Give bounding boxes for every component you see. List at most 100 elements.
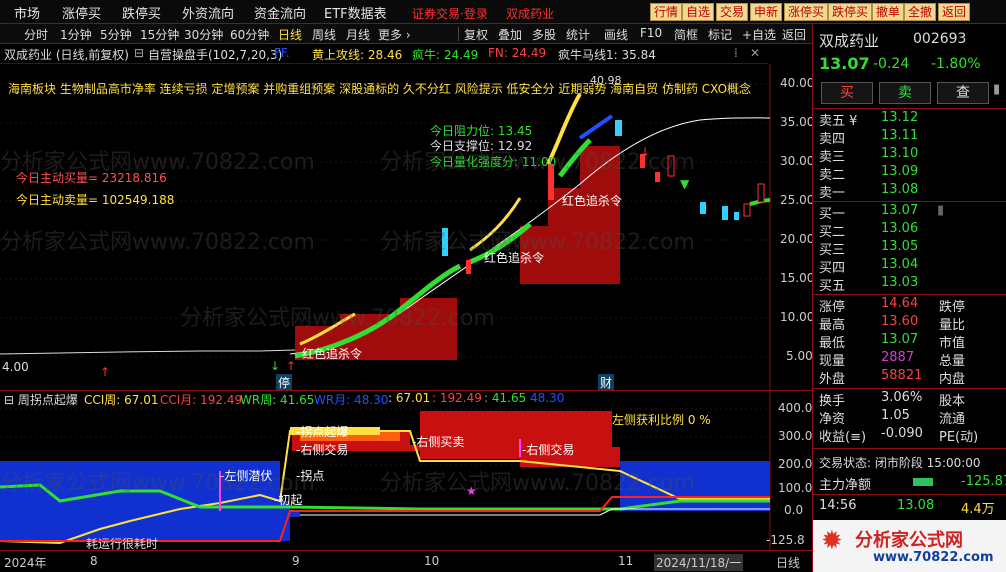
stat-row: 最低 13.07 市值 (819, 332, 1005, 351)
menu-capital-flow[interactable]: 资金流向 (254, 3, 306, 22)
tool-frame[interactable]: 简框 (674, 26, 698, 43)
close-icon[interactable]: ✕ (750, 46, 760, 60)
ind-y-neg: -125.8 (766, 533, 805, 547)
x-cursor-date: 2024/11/18/一 (654, 554, 744, 571)
stock-code: 002693 (913, 31, 967, 47)
ask-1-row[interactable]: 卖一 13.08 (819, 182, 1005, 201)
menu-etf[interactable]: ETF数据表 (324, 3, 387, 22)
kill-signal-3: 红色追杀令 (562, 194, 623, 208)
y-label: 20.00 (780, 232, 815, 246)
ask-3-row[interactable]: 卖三 13.10 (819, 146, 1005, 165)
quick-limit-up-button[interactable]: 涨停买 (784, 3, 829, 21)
stat-label-2: 总量 (939, 354, 966, 369)
ask-4-row[interactable]: 卖四 13.11 (819, 128, 1005, 147)
stat-value: 58821 (881, 368, 923, 383)
x-label: 11 (618, 554, 634, 568)
quick-cancel-button[interactable]: 撤单 (872, 3, 905, 21)
collapse-icon[interactable]: ⊟ (134, 46, 144, 60)
ask-5-row[interactable]: 卖五 ¥ 13.12 (819, 110, 1005, 129)
stat2-row: 收益(≡) -0.090 PE(动) (819, 426, 1005, 445)
login-link[interactable]: 证券交易·登录 (412, 5, 488, 22)
indicator-name[interactable]: 自营操盘手(102,7,20,3) (148, 46, 282, 63)
indicator-title[interactable]: ⊟ 周拐点起爆 (4, 391, 78, 408)
signal-right-trade-2-text: 右侧交易 (526, 443, 575, 457)
period-1min[interactable]: 1分钟 (60, 26, 92, 43)
value-2: : 192.49 (432, 391, 482, 405)
period-15min[interactable]: 15分钟 (140, 26, 179, 43)
tool-multi[interactable]: 多股 (532, 26, 556, 43)
x-label: 10 (424, 554, 440, 568)
y-label: 5.00 (786, 349, 813, 363)
kill-signal-1: 红色追杀令 (302, 347, 363, 361)
bid-5-row[interactable]: 买五 13.03 (819, 275, 1005, 294)
bid-2-row[interactable]: 买二 13.06 (819, 221, 1005, 240)
panel-scroll-icon[interactable]: ▮ (993, 82, 1000, 97)
svg-text:★: ★ (466, 484, 477, 498)
ask-4-label: 卖四 (819, 132, 846, 147)
settings-dots-icon[interactable]: ⁞ (734, 46, 738, 60)
divider (813, 201, 1006, 202)
quick-trade-button[interactable]: 交易 (716, 3, 749, 21)
period-30min[interactable]: 30分钟 (184, 26, 223, 43)
signal-turn-point: -拐点 (296, 469, 325, 483)
tool-back[interactable]: 返回 (782, 26, 806, 43)
ask-2-row[interactable]: 卖二 13.09 (819, 164, 1005, 183)
stat-label: 最高 (819, 318, 846, 333)
divider (813, 494, 1006, 495)
quick-quote-button[interactable]: 行情 (650, 3, 683, 21)
tick-volume: 4.4万 (961, 502, 995, 517)
cci-month: CCI月: 192.49 (160, 393, 243, 407)
tool-f10[interactable]: F10 (640, 26, 662, 40)
stat-value: 13.07 (881, 332, 919, 347)
bid-4-row[interactable]: 买四 13.04 (819, 257, 1005, 276)
tool-stats[interactable]: 统计 (566, 26, 590, 43)
logo-star-icon: ✹ (821, 526, 843, 556)
main-kline-chart[interactable]: ↑ ↓ ↑ ▼ ↓ 40.00 35.00 30.00 25.00 20.00 … (0, 64, 815, 391)
menu-market[interactable]: 市场 (14, 3, 40, 22)
bid-1-row[interactable]: 买一 13.07 ▮ (819, 203, 1005, 222)
svg-text:↑: ↑ (286, 359, 296, 373)
stat2-value: 1.05 (881, 408, 910, 423)
period-tick[interactable]: 分时 (24, 26, 48, 43)
quick-back-button[interactable]: 返回 (938, 3, 971, 21)
period-more[interactable]: 更多 › (378, 26, 411, 43)
tool-add-watch[interactable]: +自选 (742, 26, 776, 43)
peak-price-label: 40.98 (590, 74, 622, 87)
signal-left-lurk-text: 左侧潜伏 (224, 469, 273, 483)
ask-2-price: 13.09 (881, 164, 919, 179)
quick-cancel-all-button[interactable]: 全撤 (904, 3, 937, 21)
stat-row: 最高 13.60 量比 (819, 314, 1005, 333)
period-60min[interactable]: 60分钟 (230, 26, 269, 43)
tool-draw[interactable]: 画线 (604, 26, 628, 43)
query-button[interactable]: 查 (937, 82, 989, 104)
period-weekly[interactable]: 周线 (312, 26, 336, 43)
tool-mark[interactable]: 标记 (708, 26, 732, 43)
main-flow-value: -125.87 (961, 474, 1006, 489)
sell-button[interactable]: 卖 (879, 82, 931, 104)
kline-canvas: ↑ ↓ ↑ ▼ ↓ (0, 64, 771, 390)
quick-limit-down-button[interactable]: 跌停买 (828, 3, 873, 21)
quick-watchlist-button[interactable]: 自选 (682, 3, 715, 21)
period-5min[interactable]: 5分钟 (100, 26, 132, 43)
buy-button[interactable]: 买 (821, 82, 873, 104)
halt-badge[interactable]: 停 (276, 374, 293, 391)
tool-overlay[interactable]: 叠加 (498, 26, 522, 43)
quick-shenxin-button[interactable]: 申新 (750, 3, 783, 21)
bid-3-row[interactable]: 买三 13.05 (819, 239, 1005, 258)
ask-1-label: 卖一 (819, 186, 846, 201)
stat-row: 现量 2887 总量 (819, 350, 1005, 369)
period-monthly[interactable]: 月线 (346, 26, 370, 43)
indicator-chart[interactable]: ★ ⊟ 周拐点起爆 CCI周: 67.01 CCI月: 192.49 WR周: … (0, 390, 813, 551)
menu-limit-down[interactable]: 跌停买 (122, 3, 161, 22)
finance-badge[interactable]: 财 (598, 374, 615, 391)
signal-turn-point-text: 拐点 (300, 469, 325, 483)
indicator-info-line: 双成药业 (日线,前复权) ⊟ 自营操盘手(102,7,20,3) FF. 黄上… (0, 44, 768, 64)
menu-limit-up[interactable]: 涨停买 (62, 3, 101, 22)
period-daily[interactable]: 日线 (278, 26, 302, 43)
ask-5-label: 卖五 ¥ (819, 114, 858, 129)
ind-y-label: 300.0 (778, 429, 813, 443)
tool-adjust[interactable]: 复权 (464, 26, 488, 43)
x-axis: 2024年 8 9 10 11 2024/11/18/一 日线 (0, 550, 812, 572)
menu-foreign-flow[interactable]: 外资流向 (182, 3, 234, 22)
divider (813, 108, 1006, 109)
